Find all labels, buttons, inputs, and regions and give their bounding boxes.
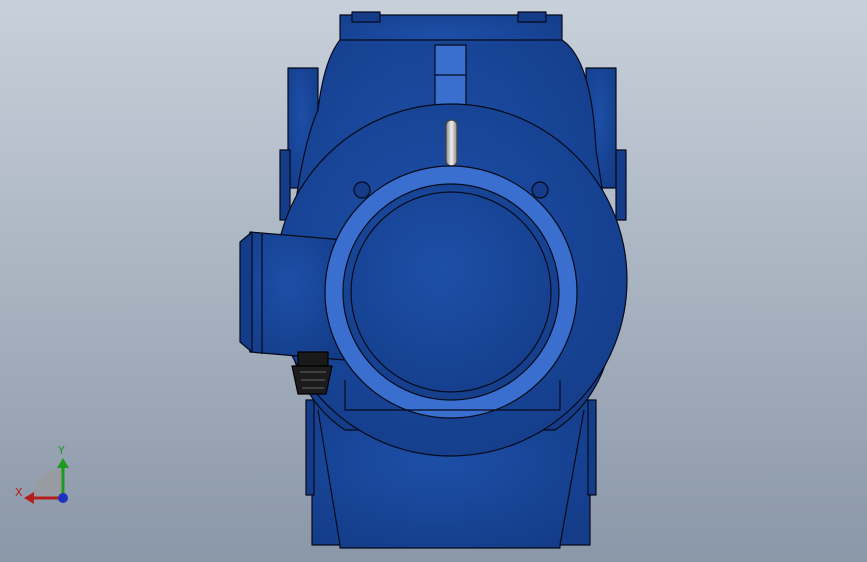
- side-rib-right: [615, 149, 627, 221]
- model-canvas[interactable]: [0, 0, 867, 562]
- top-bolt-left: [351, 11, 381, 23]
- x-axis-arrow: [24, 492, 34, 504]
- x-axis-label: X: [15, 486, 23, 499]
- base-flange-right: [587, 399, 597, 496]
- y-axis-label: Y: [58, 444, 65, 457]
- terminal-box-face: [239, 231, 253, 353]
- flange-bolt-left: [353, 181, 371, 199]
- triad-xy-plane: [32, 468, 63, 498]
- cad-viewport[interactable]: Y X: [0, 0, 867, 562]
- top-bolt-right: [517, 11, 547, 23]
- y-axis-arrow: [57, 458, 69, 468]
- side-rib-left: [279, 149, 291, 221]
- z-axis-dot: [58, 493, 68, 503]
- flange-bolt-right: [531, 181, 549, 199]
- cable-gland[interactable]: [291, 351, 333, 395]
- base-flange-left: [305, 399, 315, 496]
- breather-plug[interactable]: [445, 119, 458, 167]
- vertical-slot: [434, 44, 467, 109]
- motor-end-cover: [342, 183, 560, 401]
- orientation-triad: [24, 458, 69, 504]
